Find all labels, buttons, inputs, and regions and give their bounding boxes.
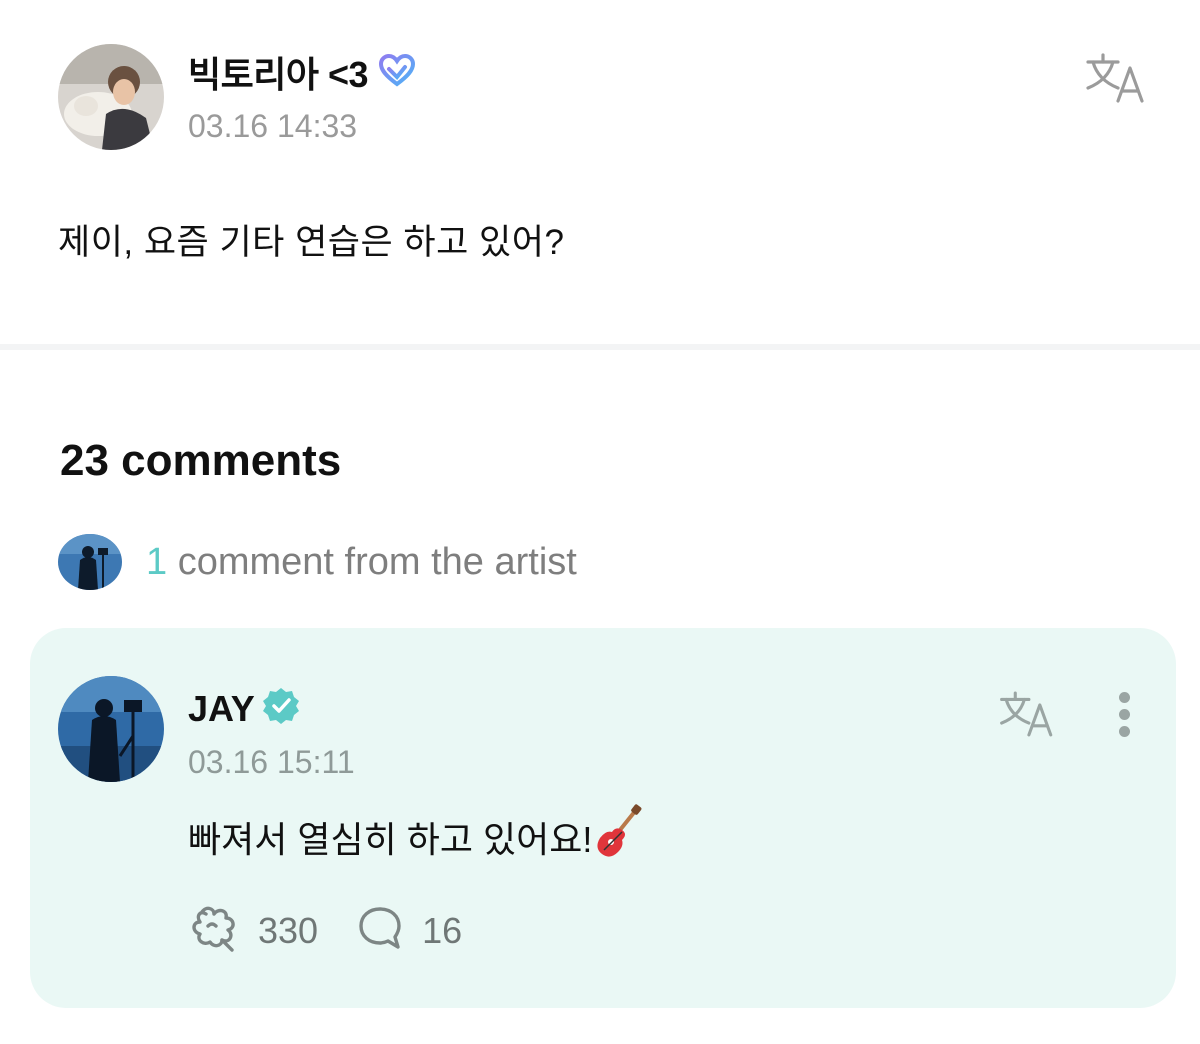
post-author-name[interactable]: 빅토리아 <3 — [188, 46, 369, 98]
artist-comment-card: JAY 03.16 15:11 빠져서 열심히 하고 있어요! 330 16 — [30, 628, 1176, 1008]
membership-heart-icon — [378, 53, 416, 92]
section-divider — [0, 344, 1200, 350]
post-author-avatar[interactable] — [58, 44, 164, 150]
artist-comment-label-text: comment from the artist — [177, 540, 577, 583]
translate-icon[interactable] — [1084, 52, 1150, 104]
artist-comment-body: 빠져서 열심히 하고 있어요! — [188, 818, 593, 860]
like-count: 330 — [258, 909, 319, 951]
like-button[interactable]: 330 — [188, 902, 318, 959]
artist-avatar[interactable] — [58, 676, 164, 782]
post-author: 빅토리아 <3 — [188, 46, 416, 98]
post-body: 제이, 요즘 기타 연습은 하고 있어? — [58, 223, 565, 262]
verified-badge-icon — [261, 686, 301, 731]
artist-avatar-small — [58, 534, 122, 590]
post: 빅토리아 <3 03.16 14:33 제이, 요즘 기타 연습은 하고 있어? — [0, 0, 1200, 344]
like-icon — [188, 902, 240, 959]
artist-name[interactable]: JAY — [188, 688, 255, 730]
artist-comment-text: 빠져서 열심히 하고 있어요! — [188, 804, 642, 869]
artist-comment-author: JAY — [188, 686, 301, 731]
artist-comment-actions: 330 16 — [188, 902, 500, 959]
comments-count: 23 comments — [60, 436, 342, 485]
reply-button[interactable]: 16 — [356, 904, 462, 957]
guitar-emoji — [592, 804, 642, 869]
artist-comments-filter[interactable]: 1 comment from the artist — [58, 534, 577, 590]
artist-comments-label: 1 comment from the artist — [146, 541, 577, 584]
translate-icon[interactable] — [998, 690, 1058, 738]
post-timestamp: 03.16 14:33 — [188, 108, 358, 144]
artist-comment-timestamp: 03.16 15:11 — [188, 744, 355, 780]
reply-count: 16 — [422, 909, 463, 951]
artist-comment-count: 1 — [146, 540, 168, 583]
reply-bubble-icon — [356, 904, 404, 957]
more-vertical-icon[interactable] — [1112, 692, 1136, 742]
